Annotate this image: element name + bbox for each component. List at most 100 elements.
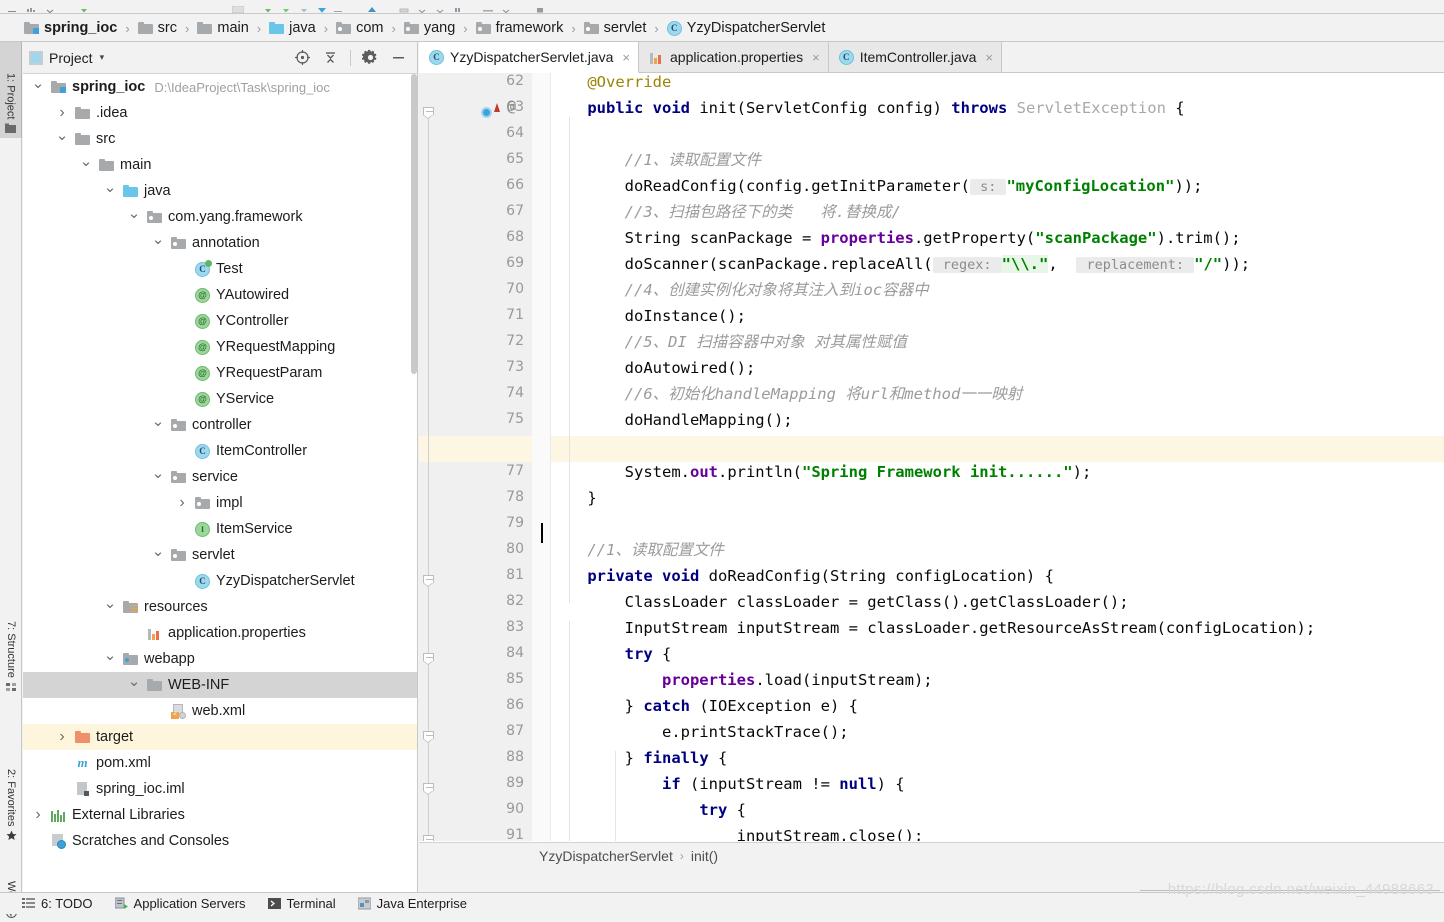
code-line[interactable]: //5、DI 扫描容器中对象 对其属性赋值 — [550, 329, 907, 355]
chevron-down-icon[interactable]: ⌄ — [103, 591, 117, 623]
code-line[interactable]: try { — [550, 797, 746, 823]
code-line[interactable]: if (inputStream != null) { — [550, 771, 905, 797]
chevron-down-icon[interactable]: ⌄ — [55, 123, 69, 155]
tree-node-test[interactable]: C Test — [23, 256, 417, 282]
tree-node--idea[interactable]: › .idea — [23, 100, 417, 126]
fold-marker[interactable] — [423, 835, 434, 841]
save-icon[interactable] — [534, 6, 546, 13]
tree-node-com-yang-framework[interactable]: ⌄ com.yang.framework — [23, 204, 417, 230]
tree-node-webapp[interactable]: ⌄ webapp — [23, 646, 417, 672]
fold-marker[interactable] — [423, 783, 434, 795]
columns-icon[interactable] — [452, 6, 464, 13]
fold-marker[interactable] — [423, 653, 434, 665]
code-line[interactable]: //1、读取配置文件 — [550, 147, 762, 173]
code-line[interactable]: inputStream.close(); — [550, 823, 924, 841]
tree-node-yrequestparam[interactable]: @ YRequestParam — [23, 360, 417, 386]
locate-icon[interactable] — [294, 49, 311, 66]
code-line[interactable]: try { — [550, 641, 672, 667]
breadcrumb-item-main[interactable]: main — [195, 15, 250, 42]
breadcrumb-item-servlet[interactable]: servlet — [582, 15, 649, 42]
code-line[interactable]: //4、创建实例化对象将其注入到ioc容器中 — [550, 277, 929, 303]
more-icon[interactable] — [334, 6, 346, 13]
toolbar-icon[interactable] — [26, 6, 38, 13]
search-everywhere-icon[interactable] — [366, 6, 378, 13]
chevron-down-icon[interactable]: ⌄ — [79, 149, 93, 181]
toolbar-icon[interactable] — [8, 6, 20, 13]
code-line[interactable]: private void doReadConfig(String configL… — [550, 563, 1054, 589]
annotation-gutter-icon[interactable]: @ — [507, 97, 516, 115]
tree-node-yservice[interactable]: @ YService — [23, 386, 417, 412]
close-icon[interactable]: × — [622, 50, 630, 65]
tree-node-yrequestmapping[interactable]: @ YRequestMapping — [23, 334, 417, 360]
override-arrow-icon[interactable] — [494, 103, 500, 112]
tree-node-annotation[interactable]: ⌄ annotation — [23, 230, 417, 256]
sidebar-item-favorites[interactable]: 2: Favorites — [0, 742, 22, 845]
chevron-down-icon[interactable]: ⌄ — [103, 175, 117, 207]
chevron-down-icon[interactable] — [44, 6, 56, 13]
tree-node-itemservice[interactable]: I ItemService — [23, 516, 417, 542]
breadcrumb-item-java[interactable]: java — [267, 15, 318, 42]
code-line[interactable]: //6、初始化handleMapping 将url和method一一映射 — [550, 381, 1023, 407]
tree-node-spring-ioc-iml[interactable]: spring_ioc.iml — [23, 776, 417, 802]
chevron-down-icon[interactable]: ⌄ — [103, 643, 117, 675]
tree-node-pom-xml[interactable]: m pom.xml — [23, 750, 417, 776]
chevron-down-icon[interactable] — [416, 6, 428, 13]
tree-node-spring-ioc[interactable]: ⌄ spring_ioc D:\IdeaProject\Task\spring_io… — [23, 74, 417, 100]
code-line[interactable]: InputStream inputStream = classLoader.ge… — [550, 615, 1316, 641]
chevron-down-icon[interactable]: ⌄ — [151, 409, 165, 441]
breadcrumb-item-yang[interactable]: yang — [402, 15, 457, 42]
tree-node-java[interactable]: ⌄ java — [23, 178, 417, 204]
stop-icon[interactable] — [316, 6, 328, 13]
chevron-down-icon[interactable]: ⌄ — [151, 539, 165, 571]
code-editor[interactable]: 6263646566676869707172737475767778798081… — [419, 73, 1444, 841]
code-line[interactable]: public void init(ServletConfig config) t… — [550, 95, 1184, 121]
code-text[interactable]: @Override public void init(ServletConfig… — [550, 73, 1444, 841]
chevron-down-icon[interactable]: ⌄ — [127, 669, 141, 701]
code-line[interactable]: String scanPackage = properties.getPrope… — [550, 225, 1241, 251]
breadcrumb-item-com[interactable]: com — [334, 15, 385, 42]
tree-node-external-libraries[interactable]: › External Libraries — [23, 802, 417, 828]
breadcrumb-item-framework[interactable]: framework — [474, 15, 566, 42]
chevron-down-icon[interactable] — [500, 6, 512, 13]
code-folding-column[interactable] — [532, 73, 551, 841]
code-line[interactable]: } finally { — [550, 745, 728, 771]
breadcrumb-item-yzydispatcherservlet[interactable]: C YzyDispatcherServlet — [665, 15, 828, 42]
status-item-java-enterprise[interactable]: Java Enterprise — [357, 896, 467, 911]
sidebar-item-structure[interactable]: 7: Structure — [0, 597, 22, 697]
code-line[interactable]: doHandleMapping(); — [550, 407, 793, 433]
chevron-right-icon[interactable]: › — [55, 724, 69, 750]
project-tree[interactable]: ⌄ spring_ioc D:\IdeaProject\Task\spring_io… — [23, 74, 417, 893]
code-line[interactable]: doAutowired(); — [550, 355, 756, 381]
code-line[interactable]: e.printStackTrace(); — [550, 719, 849, 745]
code-line[interactable]: } — [550, 485, 596, 511]
code-line[interactable]: System.out.println("Spring Framework ini… — [550, 459, 1092, 485]
vcs-update-icon[interactable] — [398, 6, 410, 13]
run-icon[interactable] — [78, 6, 90, 13]
close-icon[interactable]: × — [985, 50, 993, 65]
editor-tab-application-properties[interactable]: application.properties × — [639, 42, 829, 72]
chevron-right-icon[interactable]: › — [175, 490, 189, 516]
code-line[interactable]: } catch (IOException e) { — [550, 693, 858, 719]
tree-node-impl[interactable]: › impl — [23, 490, 417, 516]
tree-node-scratches-and-consoles[interactable]: Scratches and Consoles — [23, 828, 417, 854]
status-item-application-servers[interactable]: Application Servers — [114, 896, 246, 911]
close-icon[interactable]: × — [812, 50, 820, 65]
chevron-down-icon[interactable] — [434, 6, 446, 13]
chevron-down-icon[interactable]: ▾ — [100, 52, 105, 63]
code-line[interactable]: //3、扫描包路径下的类 将.替换成/ — [550, 199, 901, 225]
code-line[interactable]: doInstance(); — [550, 303, 746, 329]
collapse-all-icon[interactable] — [322, 49, 339, 66]
status-item-todo[interactable]: 6: TODO — [22, 896, 93, 911]
tree-node-servlet[interactable]: ⌄ servlet — [23, 542, 417, 568]
run-config-dropdown[interactable] — [232, 6, 244, 13]
chevron-down-icon[interactable]: ⌄ — [127, 201, 141, 233]
code-line[interactable]: //1、读取配置文件 — [550, 537, 724, 563]
code-line[interactable]: doScanner(scanPackage.replaceAll( regex:… — [550, 251, 1250, 277]
breadcrumb-item-spring-ioc[interactable]: spring_ioc — [22, 15, 119, 42]
code-line[interactable]: ClassLoader classLoader = getClass().get… — [550, 589, 1129, 615]
chevron-down-icon[interactable]: ⌄ — [31, 74, 45, 103]
project-tree-scrollbar[interactable] — [411, 74, 417, 374]
code-line[interactable]: properties.load(inputStream); — [550, 667, 933, 693]
editor-breadcrumb-item[interactable]: YzyDispatcherServlet — [539, 848, 673, 864]
chevron-down-icon[interactable]: ⌄ — [151, 227, 165, 259]
